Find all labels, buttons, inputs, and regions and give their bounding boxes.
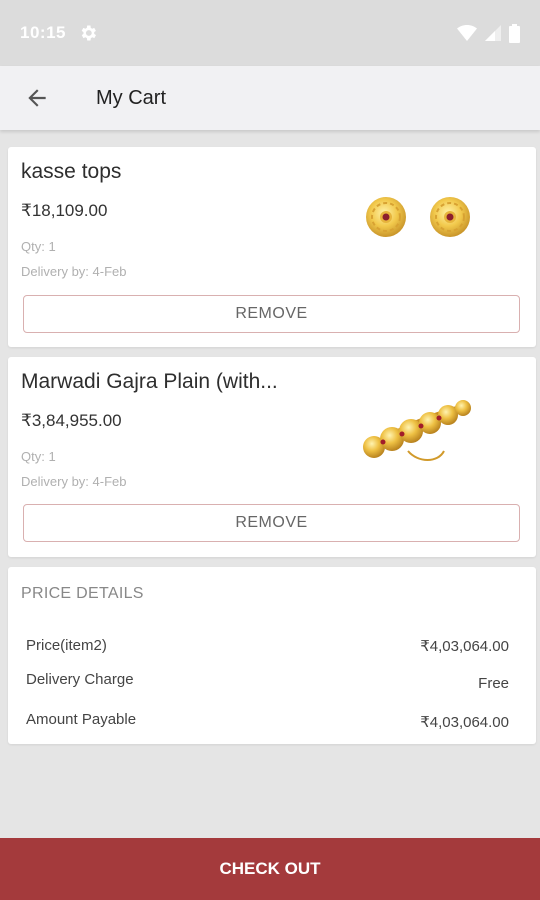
checkout-button[interactable]: CHECK OUT [0,838,540,900]
price-value: ₹4,03,064.00 [420,638,509,655]
arrow-back-icon [28,89,46,107]
gold-earrings-image[interactable] [348,181,478,261]
amount-payable-label: Amount Payable [26,711,137,728]
remove-button[interactable]: REMOVE [23,504,520,542]
price-details-card: PRICE DETAILS Price(item2) ₹4,03,064.00 … [8,567,536,744]
item-delivery-date: Delivery by: 4-Feb [21,264,127,279]
back-button[interactable] [0,66,74,130]
remove-button[interactable]: REMOVE [23,295,520,333]
delivery-charge-label: Delivery Charge [26,671,134,688]
price-row: Price(item2) ₹4,03,064.00 [26,637,509,655]
item-name[interactable]: kasse tops [21,160,121,184]
app-bar: My Cart [0,66,540,130]
price-label: Price(item2) [26,637,107,654]
item-quantity: Qty: 1 [21,449,56,464]
item-name[interactable]: Marwadi Gajra Plain (with... [21,370,278,394]
gear-icon [81,25,96,41]
page-title: My Cart [96,86,166,109]
signal-icon [485,25,501,41]
item-price: ₹18,109.00 [21,201,108,220]
item-price: ₹3,84,955.00 [21,411,122,430]
amount-payable-row: Amount Payable ₹4,03,064.00 [26,711,509,731]
cart-item: Marwadi Gajra Plain (with... ₹3,84,955.0… [8,357,536,557]
status-bar: 10:15 [0,0,540,66]
item-quantity: Qty: 1 [21,239,56,254]
gold-bracelet-image[interactable] [348,391,478,471]
amount-payable-value: ₹4,03,064.00 [420,714,509,731]
battery-icon [509,23,520,43]
status-time: 10:15 [20,23,66,42]
cart-item: kasse tops ₹18,109.00 Qty: 1 Delivery by… [8,147,536,347]
item-delivery-date: Delivery by: 4-Feb [21,474,127,489]
delivery-charge-row: Delivery Charge Free [26,671,509,692]
wifi-icon [457,25,477,41]
delivery-charge-value: Free [478,675,509,692]
price-details-heading: PRICE DETAILS [21,585,144,602]
